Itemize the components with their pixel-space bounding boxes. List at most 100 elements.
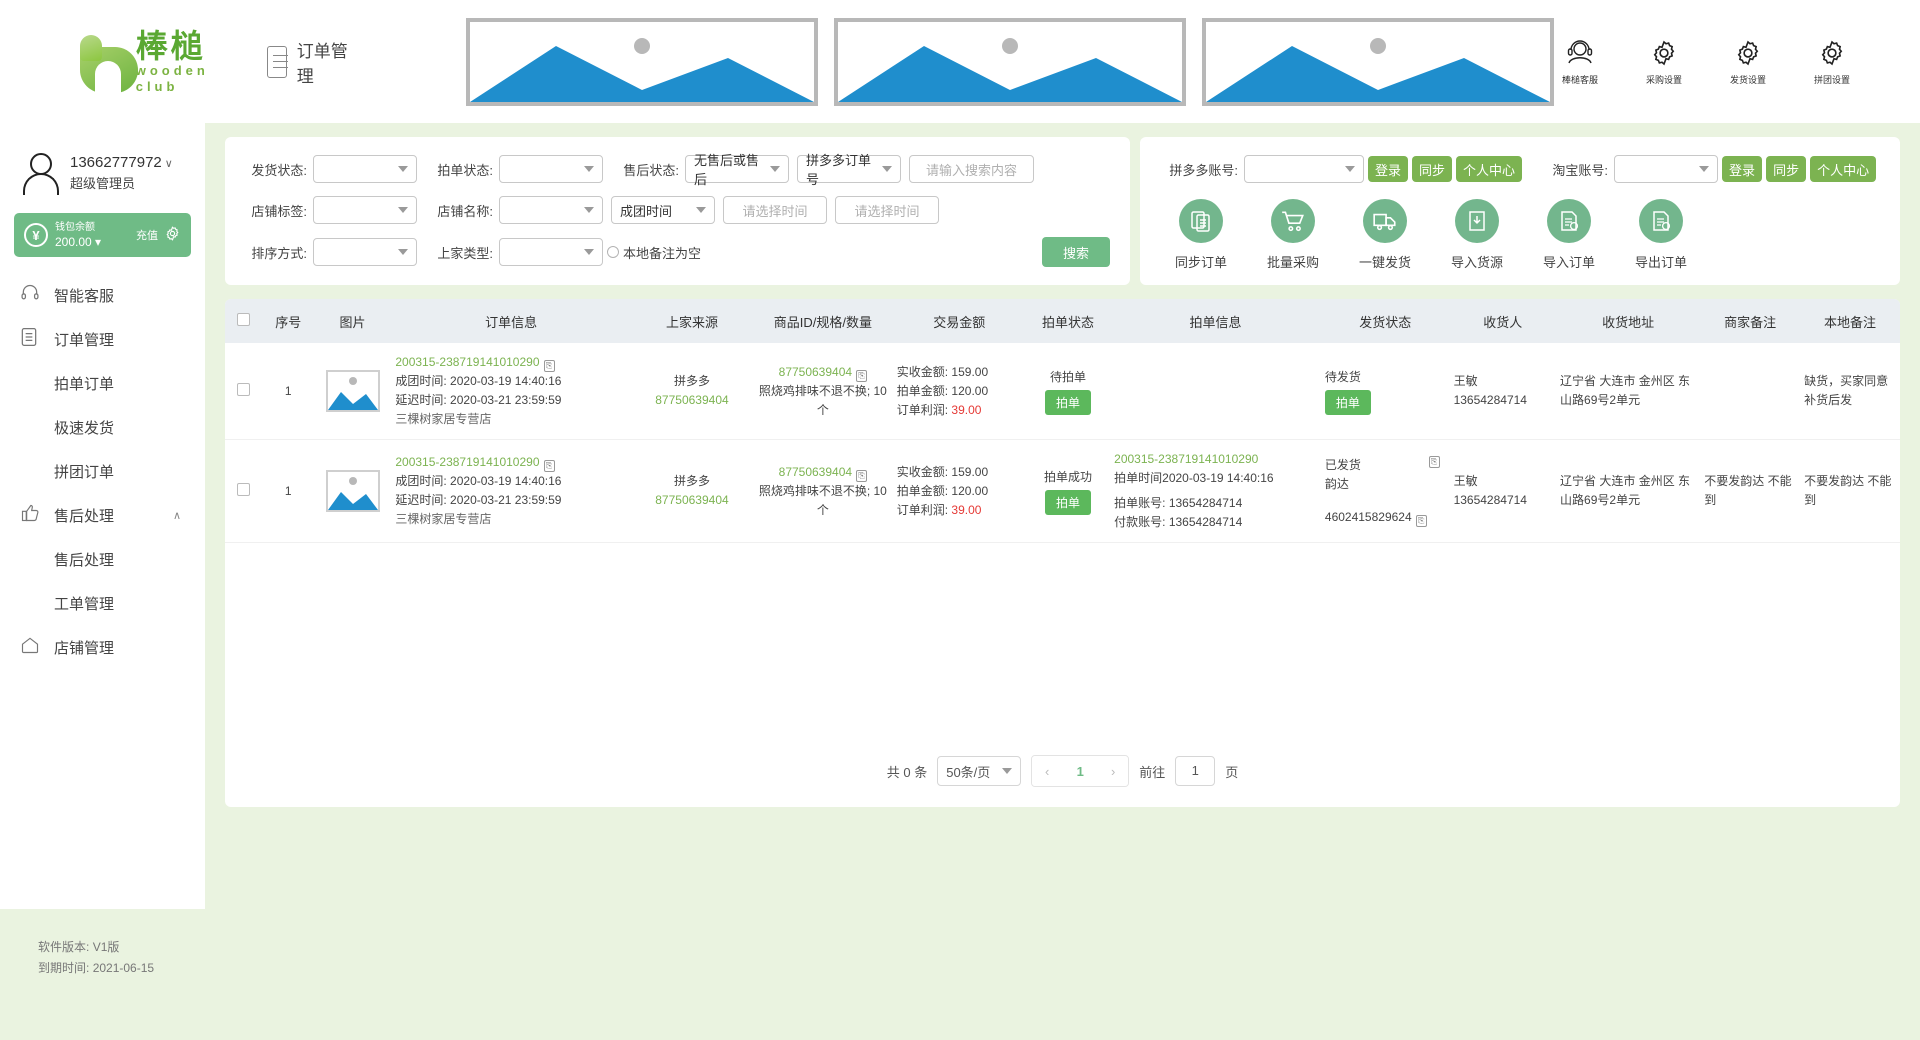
sidebar-item-ticket-management[interactable]: 工单管理 bbox=[0, 581, 205, 625]
banner-slide[interactable] bbox=[1202, 17, 1554, 106]
row-merchant-note[interactable]: 不要发韵达 不能到 bbox=[1700, 440, 1800, 543]
tool-purchase-settings[interactable]: 采购设置 bbox=[1638, 38, 1690, 86]
row-merchant-note[interactable] bbox=[1700, 343, 1800, 440]
search-button[interactable]: 搜索 bbox=[1042, 237, 1110, 267]
chevron-down-icon bbox=[1699, 166, 1710, 172]
taobao-account-select[interactable] bbox=[1614, 155, 1719, 183]
current-page[interactable]: 1 bbox=[1062, 756, 1099, 786]
local-note-empty-radio[interactable]: 本地备注为空 bbox=[607, 243, 701, 262]
source-id[interactable]: 87750639404 bbox=[635, 491, 749, 510]
sidebar-item-shop-management[interactable]: 店铺管理 bbox=[0, 625, 205, 669]
order-no[interactable]: 200315-238719141010290 bbox=[395, 355, 539, 369]
tool-group-settings[interactable]: 拼团设置 bbox=[1806, 38, 1858, 86]
table-row[interactable]: 1 200315-238719141010290 ⎘ 成团时间: 2020-03-… bbox=[225, 343, 1900, 440]
taobao-personal-center-button[interactable]: 个人中心 bbox=[1810, 156, 1877, 182]
row-amount: 实收金额: 159.00 拍单金额: 120.00 订单利润: 39.00 bbox=[893, 440, 1026, 543]
recharge-button[interactable]: 充值 bbox=[136, 227, 158, 243]
chevron-down-icon[interactable]: ∨ bbox=[165, 158, 173, 170]
taobao-sync-button[interactable]: 同步 bbox=[1766, 156, 1807, 182]
sidebar-item-pai-orders[interactable]: 拍单订单 bbox=[0, 361, 205, 405]
product-thumbnail[interactable] bbox=[325, 470, 380, 512]
table-row[interactable]: 1 200315-238719141010290 ⎘ 成团时间: 2020-03-… bbox=[225, 440, 1900, 543]
copy-icon[interactable]: ⎘ bbox=[1415, 514, 1427, 527]
action-import-supply[interactable]: 导入货源 bbox=[1434, 199, 1520, 271]
action-batch-purchase[interactable]: 批量采购 bbox=[1250, 199, 1336, 271]
time-type-select[interactable]: 成团时间 bbox=[611, 196, 715, 224]
pdd-account-select[interactable] bbox=[1244, 155, 1364, 183]
sidebar-item-fast-ship[interactable]: 极速发货 bbox=[0, 405, 205, 449]
page-size-select[interactable]: 50条/页 bbox=[937, 756, 1022, 786]
checkbox-icon[interactable] bbox=[237, 313, 251, 326]
sidebar-item-order-management[interactable]: 订单管理 bbox=[0, 317, 205, 361]
source-id[interactable]: 87750639404 bbox=[635, 391, 749, 410]
tool-label: 采购设置 bbox=[1645, 74, 1682, 85]
ship-action-button[interactable]: 拍单 bbox=[1324, 389, 1371, 415]
shop-name-select[interactable] bbox=[499, 196, 603, 224]
row-goods: 87750639404 ⎘ 照烧鸡排味不退不换; 10个 bbox=[753, 440, 893, 543]
pdd-login-button[interactable]: 登录 bbox=[1368, 156, 1409, 182]
banner-slide[interactable] bbox=[466, 17, 818, 106]
wallet-amount[interactable]: 200.00 ▾ bbox=[55, 235, 101, 249]
gear-icon[interactable] bbox=[164, 225, 181, 245]
chevron-down-icon bbox=[1002, 768, 1013, 774]
supplier-type-select[interactable] bbox=[499, 238, 603, 266]
time-from-input[interactable]: 请选择时间 bbox=[723, 196, 827, 224]
sidebar-item-smart-service[interactable]: 智能客服 bbox=[0, 273, 205, 317]
brand-logo[interactable]: 棒槌 wooden club bbox=[78, 29, 231, 95]
action-import-order[interactable]: 导入订单 bbox=[1526, 199, 1612, 271]
goods-id[interactable]: 87750639404 bbox=[779, 465, 852, 479]
copy-icon[interactable]: ⎘ bbox=[543, 360, 555, 372]
row-checkbox-cell[interactable] bbox=[225, 343, 263, 440]
chevron-up-icon[interactable]: ∧ bbox=[173, 509, 181, 522]
sort-select[interactable] bbox=[313, 238, 417, 266]
order-no[interactable]: 200315-238719141010290 bbox=[395, 455, 539, 469]
shop-name-label: 店铺名称: bbox=[437, 203, 493, 219]
taobao-login-button[interactable]: 登录 bbox=[1722, 156, 1763, 182]
pdd-sync-button[interactable]: 同步 bbox=[1412, 156, 1453, 182]
checkbox-icon[interactable] bbox=[237, 383, 251, 396]
chevron-down-icon bbox=[584, 166, 594, 172]
action-sync-orders[interactable]: 同步订单 bbox=[1158, 199, 1244, 271]
row-local-note[interactable]: 缺货，买家同意补货后发 bbox=[1800, 343, 1900, 440]
row-thumbnail-cell[interactable] bbox=[314, 440, 392, 543]
action-export-order[interactable]: 导出订单 bbox=[1618, 199, 1704, 271]
pdd-personal-center-button[interactable]: 个人中心 bbox=[1456, 156, 1523, 182]
order-status-select[interactable] bbox=[499, 155, 603, 183]
th-amount: 交易金额 bbox=[892, 299, 1026, 343]
copy-icon[interactable]: ⎘ bbox=[1428, 455, 1440, 468]
tool-shipping-settings[interactable]: 发货设置 bbox=[1722, 38, 1774, 86]
row-buy-info: 200315-238719141010290 拍单时间2020-03-19 14… bbox=[1110, 440, 1321, 543]
sidebar-item-group-orders[interactable]: 拼团订单 bbox=[0, 449, 205, 493]
search-input[interactable]: 请输入搜索内容 bbox=[909, 155, 1034, 183]
shop-tag-select[interactable] bbox=[313, 196, 417, 224]
time-to-input[interactable]: 请选择时间 bbox=[835, 196, 939, 224]
user-profile[interactable]: 13662777972 ∨ 超级管理员 bbox=[0, 123, 205, 195]
product-thumbnail[interactable] bbox=[325, 370, 380, 412]
checkbox-icon[interactable] bbox=[237, 483, 251, 496]
amount-buy: 120.00 bbox=[951, 383, 989, 398]
row-thumbnail-cell[interactable] bbox=[314, 343, 392, 440]
copy-icon[interactable]: ⎘ bbox=[543, 460, 555, 472]
sidebar-item-after-sales[interactable]: 售后处理 ∧ bbox=[0, 493, 205, 537]
buy-order-no[interactable]: 200315-238719141010290 bbox=[1114, 450, 1317, 469]
action-one-click-ship[interactable]: 一键发货 bbox=[1342, 199, 1428, 271]
copy-icon[interactable]: ⎘ bbox=[856, 369, 868, 382]
prev-page-button[interactable]: ‹ bbox=[1032, 756, 1063, 786]
after-sale-select[interactable]: 无售后或售后 bbox=[685, 153, 789, 187]
copy-icon[interactable]: ⎘ bbox=[856, 469, 868, 482]
next-page-button[interactable]: › bbox=[1098, 756, 1129, 786]
sidebar-item-after-sales-handle[interactable]: 售后处理 bbox=[0, 537, 205, 581]
goto-page-input[interactable]: 1 bbox=[1175, 756, 1216, 786]
order-status-action-button[interactable]: 拍单 bbox=[1044, 489, 1091, 515]
th-select-all[interactable] bbox=[225, 299, 263, 343]
wallet-card[interactable]: ¥ 钱包余额 200.00 ▾ 充值 bbox=[14, 213, 191, 257]
gear-icon bbox=[1638, 38, 1690, 70]
goods-id[interactable]: 87750639404 bbox=[779, 365, 852, 379]
ship-status-select[interactable] bbox=[313, 155, 417, 183]
order-status-action-button[interactable]: 拍单 bbox=[1044, 389, 1091, 415]
tool-customer-service[interactable]: 棒槌客服 bbox=[1554, 38, 1606, 86]
order-no-type-select[interactable]: 拼多多订单号 bbox=[797, 153, 901, 187]
row-checkbox-cell[interactable] bbox=[225, 440, 263, 543]
row-local-note[interactable]: 不要发韵达 不能到 bbox=[1800, 440, 1900, 543]
banner-slide[interactable] bbox=[834, 17, 1186, 106]
